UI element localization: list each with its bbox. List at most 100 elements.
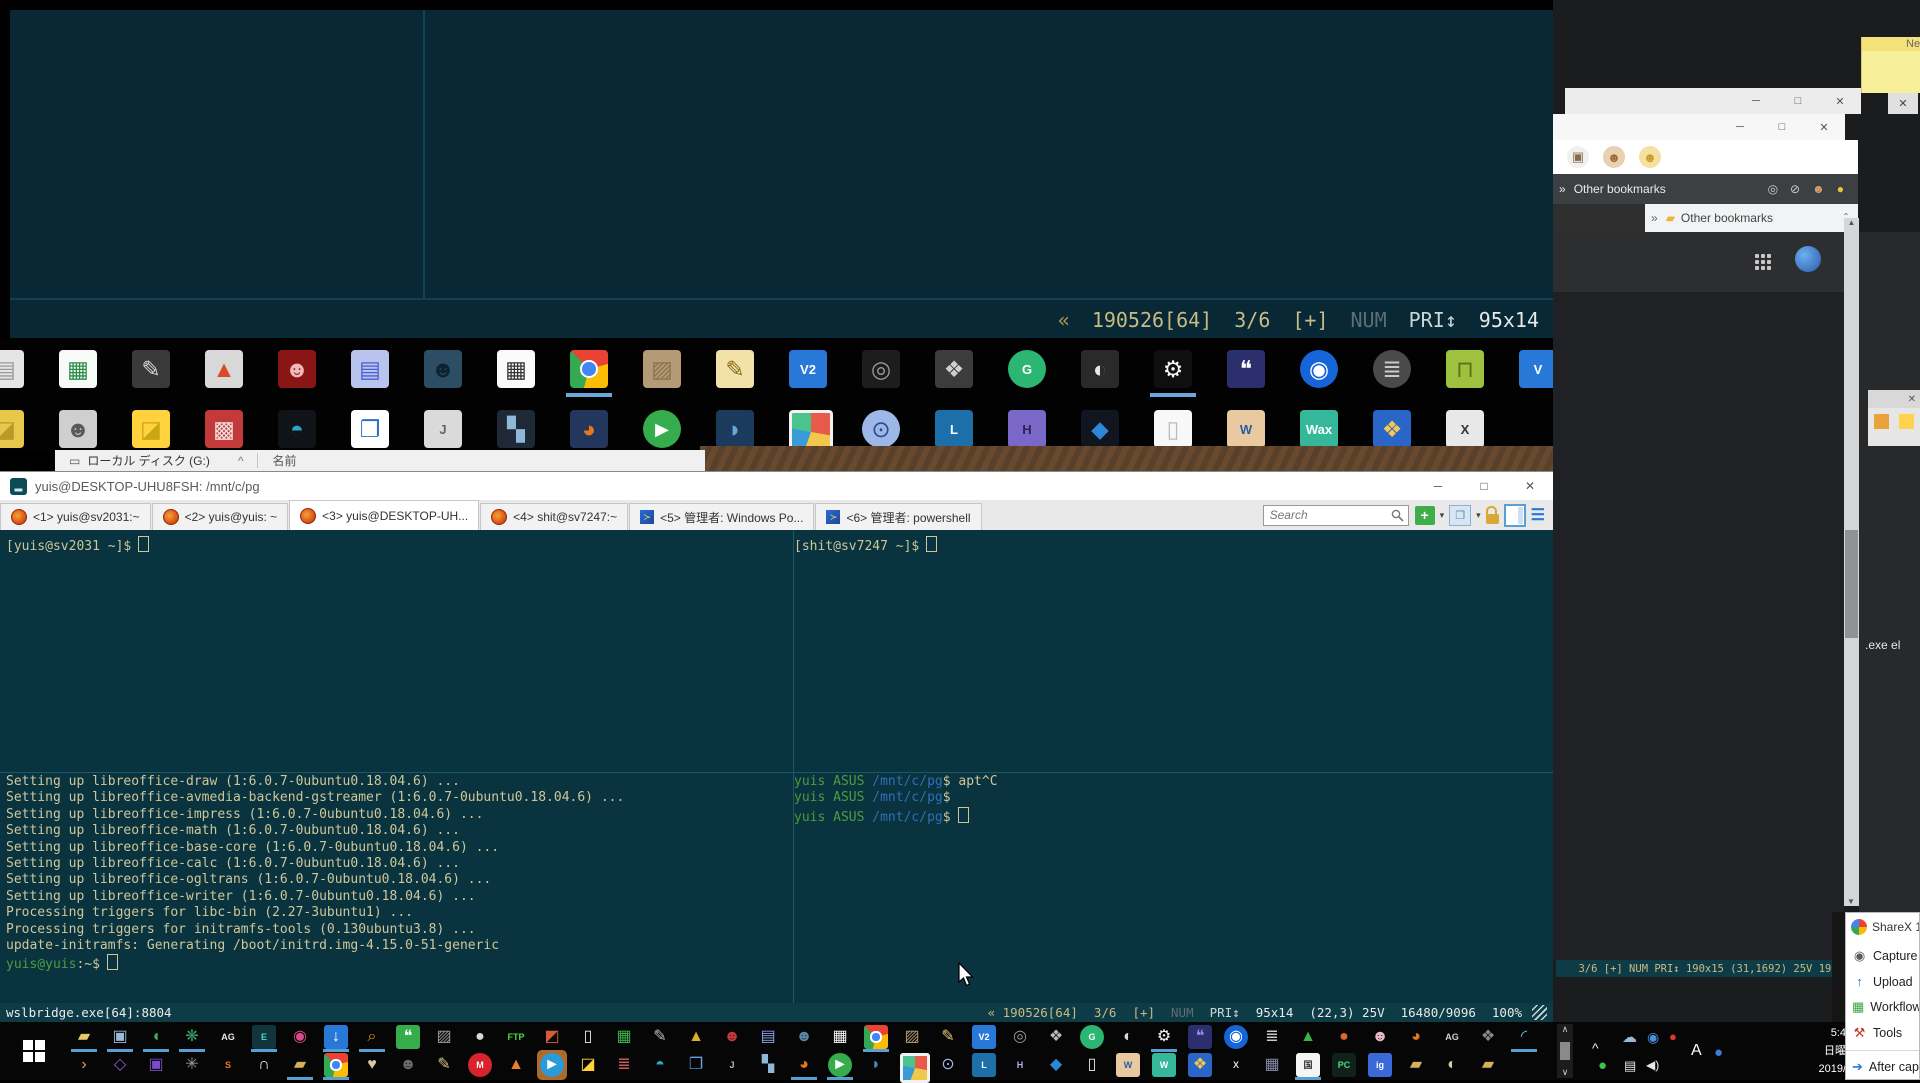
speaker-icon[interactable]: ◎ xyxy=(862,350,900,388)
speaker-icon[interactable]: ◎ xyxy=(1008,1025,1032,1049)
telegram-icon[interactable]: ► xyxy=(540,1053,564,1077)
j2-icon[interactable]: J xyxy=(720,1053,744,1077)
s-flame-icon[interactable]: S xyxy=(216,1053,240,1077)
headphones-icon[interactable]: ∩ xyxy=(252,1053,276,1077)
clipped-blue-icon[interactable]: V xyxy=(1519,350,1553,388)
minimize-button[interactable]: ─ xyxy=(1719,114,1761,140)
fire-ball-icon[interactable]: ● xyxy=(1332,1025,1356,1049)
database-icon[interactable]: ≣ xyxy=(1260,1025,1284,1049)
sharex-item-upload[interactable]: ↑Upload xyxy=(1846,969,1919,994)
terminal-tab-3[interactable]: <3> yuis@DESKTOP-UH... xyxy=(289,500,479,530)
kiwi-icon[interactable]: ◐ xyxy=(1116,1025,1140,1049)
calculator-icon[interactable]: ▦ xyxy=(828,1025,852,1049)
terminal-tab-1[interactable]: <1> yuis@sv2031:~ xyxy=(0,503,151,530)
lock-app-icon[interactable]: ⊙ xyxy=(862,410,900,448)
close-icon[interactable]: ✕ xyxy=(1908,394,1916,405)
os2-icon[interactable]: ▚ xyxy=(497,410,535,448)
news-window-icon[interactable]: ❐ xyxy=(351,410,389,448)
firefox-icon[interactable]: ◕ xyxy=(570,410,608,448)
media-go-icon[interactable]: › xyxy=(72,1053,96,1077)
heart-icon[interactable]: ♥ xyxy=(360,1053,384,1077)
scroll-down-icon[interactable]: ∨ xyxy=(1562,1067,1569,1078)
xshell-icon[interactable]: X xyxy=(1446,410,1484,448)
blocked-icon[interactable]: ⊘ xyxy=(1790,182,1800,196)
news2-icon[interactable]: ❐ xyxy=(684,1053,708,1077)
new-tab-button[interactable]: + xyxy=(1415,506,1435,525)
kuni-icon[interactable]: 国 xyxy=(1296,1053,1320,1077)
black-ball-icon[interactable]: ● xyxy=(468,1025,492,1049)
minimize-button[interactable]: ─ xyxy=(1415,472,1461,500)
gold-clip-icon[interactable]: ◪ xyxy=(0,410,24,448)
feather-icon[interactable]: ✎ xyxy=(432,1053,456,1077)
grammarly-icon[interactable]: G xyxy=(1008,350,1046,388)
line-app-icon[interactable]: L xyxy=(935,410,973,448)
sticky-note[interactable]: New xyxy=(1861,37,1920,93)
shield-icon[interactable]: ▲ xyxy=(1296,1025,1320,1049)
folder-chrome-icon[interactable]: ▰ xyxy=(288,1053,312,1077)
top-terminal-window[interactable]: «190526[64]3/6[+]NUMPRI↕95x14 xyxy=(10,10,1553,338)
explorer-icon[interactable]: ▰ xyxy=(72,1025,96,1049)
line2-icon[interactable]: L xyxy=(972,1053,996,1077)
square-purple-icon[interactable]: ▣ xyxy=(144,1053,168,1077)
gray-box-icon[interactable]: ▨ xyxy=(432,1025,456,1049)
terminal-tab-4[interactable]: <4> shit@sv7247:~ xyxy=(480,503,628,530)
pet-icon[interactable]: ❖ xyxy=(1476,1025,1500,1049)
downloader-icon[interactable]: ↓ xyxy=(324,1025,348,1049)
pane-top-right[interactable]: [shit@sv7247 ~]$ xyxy=(788,530,1553,773)
silhouette-icon[interactable]: ☻ xyxy=(792,1025,816,1049)
pie-chart-icon[interactable] xyxy=(789,410,827,448)
sticky-note-icon[interactable]: ◪ xyxy=(132,410,170,448)
pane-divider[interactable] xyxy=(423,10,425,298)
anime-icon[interactable]: ☻ xyxy=(1368,1025,1392,1049)
white-doc-icon[interactable]: ▯ xyxy=(576,1025,600,1049)
dot-yellow-icon[interactable]: ● xyxy=(1837,182,1844,196)
wax2-icon[interactable]: W xyxy=(1152,1053,1176,1077)
h-app-icon[interactable]: H xyxy=(1008,410,1046,448)
terminal-tab-5[interactable]: ≻<5> 管理者: Windows Po... xyxy=(629,503,814,530)
pane-layout-button[interactable] xyxy=(1504,504,1526,527)
ime-mode-icon[interactable]: A xyxy=(1691,1042,1702,1060)
pycharm-icon[interactable]: PC xyxy=(1332,1053,1356,1077)
bookmarks-bar-light[interactable]: » ▰ Other bookmarks ˆ xyxy=(1553,204,1858,232)
scroll-down-icon[interactable]: ▼ xyxy=(1847,897,1855,906)
column-separator[interactable] xyxy=(257,453,258,468)
name-column-header[interactable]: 名前 xyxy=(272,452,296,469)
vlc-icon[interactable]: ▲ xyxy=(504,1053,528,1077)
ag2-icon[interactable]: AG xyxy=(1440,1025,1464,1049)
bluestacks-icon[interactable]: ❖ xyxy=(1373,410,1411,448)
ig-icon[interactable]: ig xyxy=(1368,1053,1392,1077)
diamond-purple-icon[interactable]: ◇ xyxy=(108,1053,132,1077)
moon-icon[interactable]: ◐ xyxy=(1440,1053,1464,1077)
lock-icon[interactable] xyxy=(1486,514,1499,524)
airbrush-icon[interactable]: ✎ xyxy=(648,1025,672,1049)
nox-icon[interactable]: ◓ xyxy=(278,410,316,448)
close-button[interactable]: ✕ xyxy=(1888,92,1918,114)
explorer-column-strip[interactable]: ▭ ローカル ディスク (G:) ^ 名前 xyxy=(55,450,705,471)
evernote-icon[interactable]: ◖ xyxy=(144,1025,168,1049)
notepad-icon[interactable]: ✎ xyxy=(936,1025,960,1049)
avatar-brown-icon[interactable]: ☻ xyxy=(1603,146,1625,168)
line-bubble-icon[interactable]: ❝ xyxy=(396,1025,420,1049)
database-icon[interactable]: ≣ xyxy=(1373,350,1411,388)
terminal-content[interactable]: [yuis@sv2031 ~]$ [shit@sv7247 ~]$ Settin… xyxy=(0,530,1553,1003)
doc2-icon[interactable]: ▯ xyxy=(1080,1053,1104,1077)
sharex-item-capture[interactable]: ◉Capture xyxy=(1846,943,1919,969)
red-list-icon[interactable]: ≣ xyxy=(612,1053,636,1077)
texture-icon[interactable]: ▨ xyxy=(900,1025,924,1049)
background-window-titlebar[interactable]: ─ □ ✕ xyxy=(1553,114,1845,140)
settings-gear-icon[interactable]: ⚙ xyxy=(1154,350,1192,388)
terminal-tab-2[interactable]: <2> yuis@yuis: ~ xyxy=(152,503,289,530)
hamburger-menu-icon[interactable]: ☰ xyxy=(1531,506,1545,525)
briefcase-icon[interactable]: ▣ xyxy=(1567,146,1589,168)
curve-icon[interactable]: ◜ xyxy=(1512,1025,1536,1049)
resize-grip[interactable] xyxy=(1532,1005,1547,1020)
word2-icon[interactable]: W xyxy=(1116,1053,1140,1077)
scroll-up-icon[interactable]: ∧ xyxy=(1562,1024,1569,1035)
chevrons-icon[interactable]: » xyxy=(1559,182,1566,196)
onedrive-cloud-icon[interactable]: ☁ xyxy=(1622,1028,1637,1046)
search-orange-icon[interactable]: ⌕ xyxy=(360,1025,384,1049)
background-window-titlebar[interactable]: ─ □ ✕ xyxy=(1565,88,1861,114)
quotes-icon[interactable]: ❝ xyxy=(1227,350,1265,388)
calculator-icon[interactable]: ▦ xyxy=(497,350,535,388)
mini-popup-window[interactable]: ✕ xyxy=(1868,390,1920,446)
